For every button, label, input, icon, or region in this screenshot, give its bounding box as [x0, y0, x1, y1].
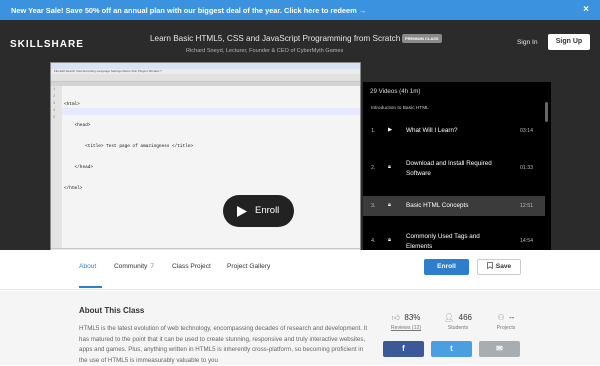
line-number: 5 [53, 116, 56, 120]
twitter-icon: t [450, 344, 453, 353]
stat-students: 👤︎ 466 Students [441, 307, 475, 331]
projects-icon: ⚇ [497, 313, 505, 322]
about-text: HTML5 is the latest evolution of web tec… [79, 325, 368, 364]
playlist-item-selected[interactable]: 3. 🔒︎ Basic HTML Concepts 12:51 [363, 196, 545, 216]
author-line: Richard Sneyd, Lecturer, Founder & CEO o… [186, 48, 344, 54]
premium-badge: PREMIUM CLASS [402, 34, 442, 43]
item-title: Commonly Used Tags and Elements [406, 233, 480, 250]
active-tab-indicator [79, 286, 102, 288]
share-email-button[interactable]: ✉ [479, 341, 520, 357]
stat-value: -- [509, 313, 515, 322]
stat-label: Projects [496, 325, 516, 331]
save-button[interactable]: Save [477, 259, 521, 275]
code-line: <html> [64, 102, 80, 107]
line-number: 4 [53, 109, 56, 113]
playlist: 29 Videos (4h 1m) Introduction to Basic … [363, 82, 551, 256]
line-number: 1 [53, 88, 56, 92]
tab-count: 7 [150, 263, 155, 270]
item-number: 2. [371, 165, 376, 171]
hero-section: SKILLSHARE Learn Basic HTML5, CSS and Ja… [0, 20, 600, 256]
video-enroll-label: Enroll [255, 205, 280, 216]
playlist-item[interactable]: 2. 🔒︎ Download and Install Required Soft… [363, 151, 545, 186]
item-duration: 01:33 [520, 165, 533, 171]
about-title: About This Class [79, 306, 145, 315]
facebook-icon: f [402, 344, 405, 353]
sign-up-button[interactable]: Sign Up [548, 34, 590, 50]
line-number: 2 [53, 95, 56, 99]
logo[interactable]: SKILLSHARE [10, 39, 84, 50]
lock-icon: 🔒︎ [388, 164, 391, 170]
stat-projects: ⚇ -- Projects [491, 307, 521, 331]
stat-label: Students [447, 325, 469, 331]
stat-label[interactable]: Reviews (12) [390, 325, 422, 331]
share-facebook-button[interactable]: f [383, 341, 424, 357]
play-icon: ▶ [388, 127, 393, 133]
promo-banner[interactable]: New Year Sale! Save 50% off an annual pl… [0, 0, 600, 20]
stat-reviews[interactable]: 👍︎ 83% Reviews (12) [390, 307, 422, 331]
playlist-scrollbar[interactable] [545, 102, 548, 122]
playlist-section-title: Introduction to Basic HTML [371, 106, 429, 111]
bookmark-icon [486, 262, 493, 270]
code-line: </head> [64, 165, 93, 170]
item-number: 3. [371, 203, 376, 209]
editor-toolbar [51, 74, 360, 82]
tab-class-project[interactable]: Class Project [172, 263, 211, 270]
item-title: What Will I Learn? [406, 127, 458, 134]
editor-code: <html> <head> <title> Test page of amazi… [64, 87, 193, 206]
item-number: 1. [371, 128, 376, 134]
close-icon[interactable]: × [583, 4, 589, 15]
stat-value: 466 [458, 313, 472, 322]
lock-icon: 🔒︎ [388, 202, 391, 208]
tab-about[interactable]: About [79, 263, 96, 270]
playlist-header: 29 Videos (4h 1m) [370, 88, 421, 95]
video-enroll-button[interactable]: Enroll [223, 195, 294, 227]
stat-value: 83% [404, 313, 421, 322]
tab-project-gallery[interactable]: Project Gallery [227, 263, 270, 270]
sign-in-link[interactable]: Sign In [517, 39, 538, 46]
line-numbers: 1 2 3 4 5 [53, 87, 55, 122]
tab-community[interactable]: Community 7 [114, 263, 154, 270]
item-duration: 03:14 [520, 128, 533, 134]
item-duration: 12:51 [520, 203, 533, 209]
editor-tabs [51, 82, 360, 86]
promo-text[interactable]: New Year Sale! Save 50% off an annual pl… [11, 6, 366, 15]
code-line: <head> [64, 123, 91, 128]
tab-label: Community [114, 263, 148, 270]
item-title: Basic HTML Concepts [406, 202, 469, 209]
item-number: 4. [371, 238, 376, 244]
share-twitter-button[interactable]: t [431, 341, 472, 357]
enroll-button[interactable]: Enroll [424, 259, 469, 275]
line-number: 3 [53, 102, 56, 106]
video-player[interactable]: File Edit Search View Encoding Language … [50, 62, 361, 256]
play-icon [237, 206, 247, 217]
thumbs-up-icon: 👍︎ [391, 313, 400, 322]
item-duration: 14:54 [520, 238, 533, 244]
code-line: <title> Test page of amazingness </title… [64, 144, 194, 149]
email-icon: ✉ [496, 344, 503, 353]
course-title: Learn Basic HTML5, CSS and JavaScript Pr… [150, 34, 401, 43]
playlist-item[interactable]: 1. ▶ What Will I Learn? 03:14 [363, 121, 545, 141]
item-title: Download and Install Required Software [406, 160, 492, 177]
save-label: Save [495, 263, 512, 270]
code-line: </html> [64, 186, 83, 191]
students-icon: 👤︎ [444, 313, 455, 322]
lock-icon: 🔒︎ [388, 237, 391, 243]
